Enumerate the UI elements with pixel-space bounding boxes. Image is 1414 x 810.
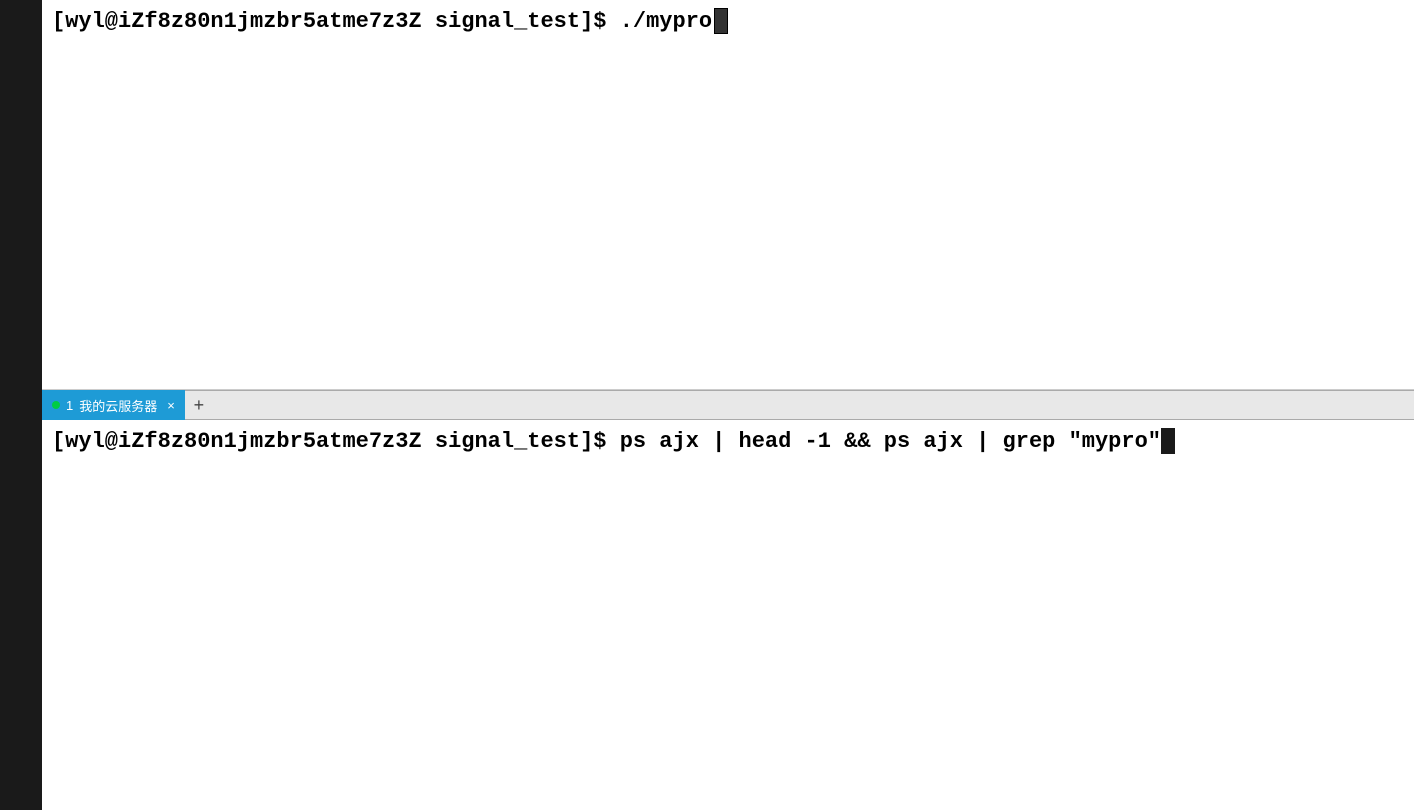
bottom-command-text: [wyl@iZf8z80n1jmzbr5atme7z3Z signal_test… [52,429,1161,454]
tab-close-button[interactable]: × [167,398,175,413]
tab-label: 我的云服务器 [79,396,157,415]
terminal-main: [wyl@iZf8z80n1jmzbr5atme7z3Z signal_test… [42,0,1414,810]
bottom-command-line: [wyl@iZf8z80n1jmzbr5atme7z3Z signal_test… [52,428,1404,454]
tab-dot [52,401,60,409]
top-command-text: [wyl@iZf8z80n1jmzbr5atme7z3Z signal_test… [52,9,712,34]
top-cursor [714,8,728,34]
top-pane-content: [wyl@iZf8z80n1jmzbr5atme7z3Z signal_test… [52,8,1404,34]
left-sidebar [0,0,42,810]
bottom-cursor [1161,428,1175,454]
bottom-pane: [wyl@iZf8z80n1jmzbr5atme7z3Z signal_test… [42,420,1414,810]
tab-item-server[interactable]: 1 我的云服务器 × [42,390,185,420]
tab-number: 1 [66,398,73,413]
top-command-line: [wyl@iZf8z80n1jmzbr5atme7z3Z signal_test… [52,8,728,34]
terminal-wrapper: [wyl@iZf8z80n1jmzbr5atme7z3Z signal_test… [0,0,1414,810]
tab-add-button[interactable]: + [185,391,213,419]
tab-bar: 1 我的云服务器 × + [42,390,1414,420]
top-pane: [wyl@iZf8z80n1jmzbr5atme7z3Z signal_test… [42,0,1414,390]
